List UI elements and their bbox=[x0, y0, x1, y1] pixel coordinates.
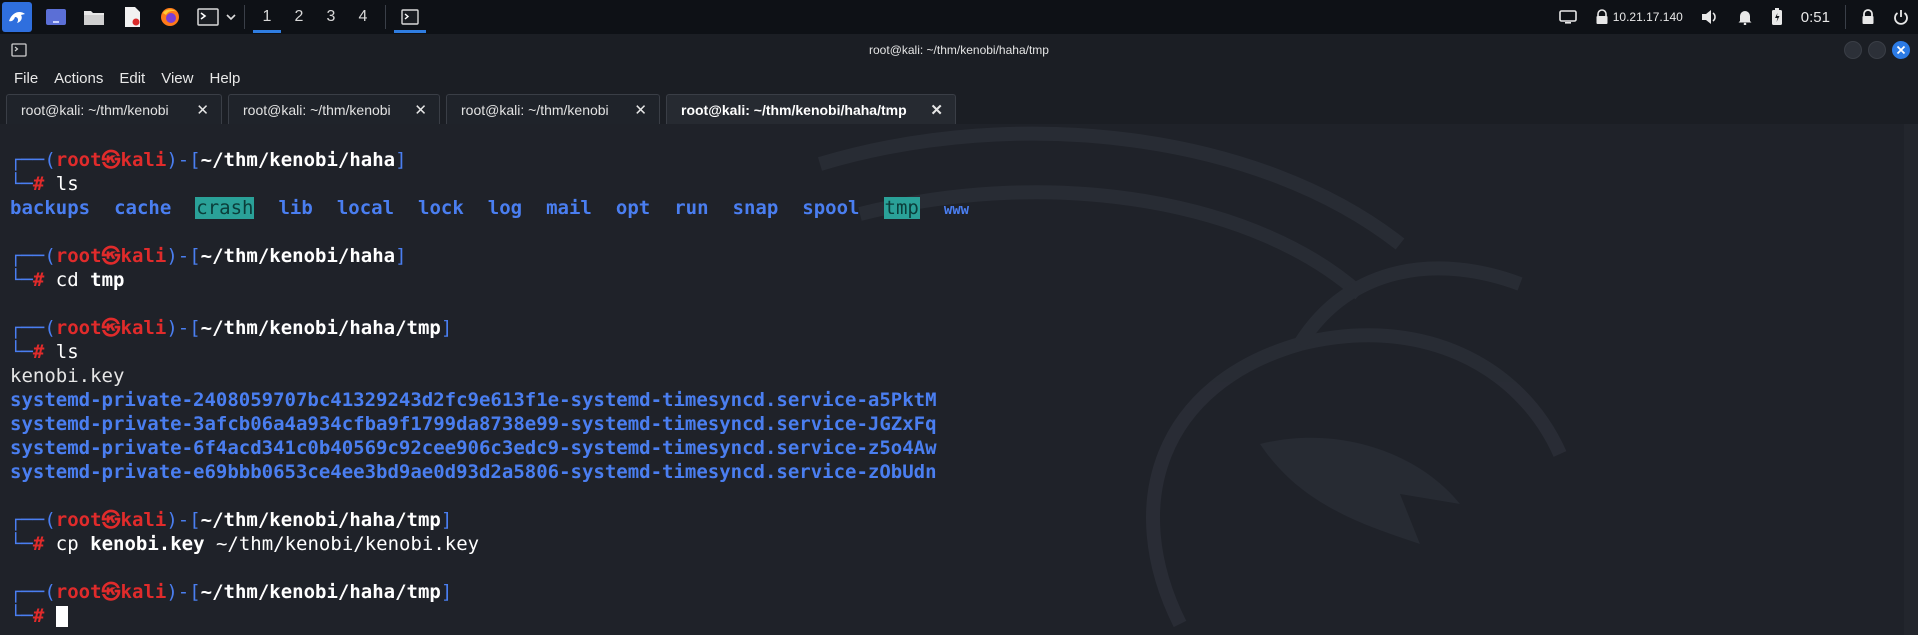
text-editor-icon bbox=[125, 7, 140, 27]
tab-label: root@kali: ~/thm/kenobi bbox=[461, 101, 609, 118]
dir-entry: lib bbox=[278, 197, 313, 219]
panel-separator bbox=[244, 5, 245, 29]
display-tray[interactable] bbox=[1558, 10, 1577, 24]
menu-view[interactable]: View bbox=[161, 70, 193, 87]
window-titlebar[interactable]: root@kali: ~/thm/kenobi/haha/tmp bbox=[0, 34, 1918, 66]
tab-close-icon[interactable]: ✕ bbox=[196, 101, 209, 119]
text-editor-launcher[interactable] bbox=[118, 3, 146, 31]
lock-screen-button[interactable] bbox=[1861, 9, 1875, 25]
prompt-line: ┌──(root㉿kali)-[~/thm/kenobi/haha] bbox=[10, 149, 407, 171]
bell-icon bbox=[1738, 11, 1752, 25]
dir-entry: systemd-private-3afcb06a4a934cfba9f1799d… bbox=[10, 413, 937, 435]
tab-close-icon[interactable]: ✕ bbox=[930, 101, 943, 119]
menu-help[interactable]: Help bbox=[209, 70, 240, 87]
command-line: └─# ls bbox=[10, 341, 79, 363]
dir-entry: lock bbox=[418, 197, 464, 219]
vpn-lock-icon bbox=[1596, 9, 1608, 24]
menu-bar: File Actions Edit View Help bbox=[0, 66, 1918, 90]
close-button[interactable] bbox=[1892, 41, 1910, 59]
system-tray: 10.21.17.140 0:51 bbox=[1550, 0, 1918, 34]
dir-entry: run bbox=[674, 197, 709, 219]
terminal-icon bbox=[197, 8, 219, 26]
dir-entry: tmp bbox=[883, 197, 920, 219]
top-panel: 1 2 3 4 10.21.17.140 0:51 bbox=[0, 0, 1918, 35]
power-button[interactable] bbox=[1893, 9, 1909, 25]
workspace-1[interactable]: 1 bbox=[251, 0, 283, 34]
dir-entry: log bbox=[487, 197, 523, 219]
terminal-launcher[interactable] bbox=[194, 3, 222, 31]
vpn-tray[interactable]: 10.21.17.140 bbox=[1595, 9, 1683, 25]
notifications-tray[interactable] bbox=[1737, 9, 1753, 25]
dir-entry: opt bbox=[615, 197, 651, 219]
terminal-tab[interactable]: root@kali: ~/thm/kenobi ✕ bbox=[228, 94, 440, 124]
terminal-output[interactable]: ┌──(root㉿kali)-[~/thm/kenobi/haha] └─# l… bbox=[0, 124, 1904, 635]
menu-edit[interactable]: Edit bbox=[119, 70, 145, 87]
battery-tray[interactable] bbox=[1771, 8, 1783, 26]
dir-entry: mail bbox=[546, 197, 592, 219]
terminal-scrollbar[interactable] bbox=[1904, 124, 1918, 635]
power-icon bbox=[1894, 10, 1908, 25]
prompt-line: ┌──(root㉿kali)-[~/thm/kenobi/haha] bbox=[10, 245, 407, 267]
chevron-down-icon bbox=[226, 14, 236, 21]
dir-entry: systemd-private-2408059707bc41329243d2fc… bbox=[10, 389, 937, 411]
workspace-4[interactable]: 4 bbox=[347, 0, 379, 34]
dir-entry: systemd-private-6f4acd341c0b40569c92cee9… bbox=[10, 437, 937, 459]
kali-dragon-icon bbox=[9, 12, 25, 23]
dir-entry: snap bbox=[732, 197, 779, 219]
terminal-icon bbox=[401, 9, 419, 25]
folder-icon bbox=[84, 11, 104, 25]
battery-icon bbox=[1771, 8, 1782, 25]
menu-actions[interactable]: Actions bbox=[54, 70, 103, 87]
command-line: └─# cd tmp bbox=[10, 269, 125, 291]
terminal-tab[interactable]: root@kali: ~/thm/kenobi ✕ bbox=[6, 94, 222, 124]
show-desktop-launcher[interactable] bbox=[42, 3, 70, 31]
clock[interactable]: 0:51 bbox=[1801, 9, 1830, 26]
prompt-line: ┌──(root㉿kali)-[~/thm/kenobi/haha/tmp] bbox=[10, 317, 453, 339]
firefox-icon bbox=[161, 8, 179, 26]
volume-icon bbox=[1701, 10, 1716, 24]
lock-icon bbox=[1862, 9, 1874, 24]
text-cursor bbox=[55, 606, 68, 627]
panel-separator bbox=[1845, 5, 1846, 29]
desktop-icon bbox=[46, 9, 66, 25]
maximize-button[interactable] bbox=[1868, 41, 1886, 59]
workspace-3[interactable]: 3 bbox=[315, 0, 347, 34]
firefox-launcher[interactable] bbox=[156, 3, 184, 31]
terminal-tab-active[interactable]: root@kali: ~/thm/kenobi/haha/tmp ✕ bbox=[666, 94, 956, 124]
file-manager-launcher[interactable] bbox=[80, 3, 108, 31]
dir-entry: spool bbox=[802, 197, 860, 219]
launcher-dropdown[interactable] bbox=[224, 3, 238, 31]
tab-label: root@kali: ~/thm/kenobi/haha/tmp bbox=[681, 101, 907, 118]
command-line: └─# cp kenobi.key ~/thm/kenobi/kenobi.ke… bbox=[10, 533, 480, 555]
tab-bar: root@kali: ~/thm/kenobi ✕ root@kali: ~/t… bbox=[0, 90, 1918, 124]
ls-output: backups cache crash lib local lock log mail opt r… bbox=[10, 196, 993, 220]
command-line: └─# bbox=[10, 604, 68, 628]
minimize-button[interactable] bbox=[1844, 41, 1862, 59]
window-title: root@kali: ~/thm/kenobi/haha/tmp bbox=[869, 43, 1049, 57]
command-line: └─# ls bbox=[10, 173, 79, 195]
tab-close-icon[interactable]: ✕ bbox=[414, 101, 427, 119]
prompt-line: ┌──(root㉿kali)-[~/thm/kenobi/haha/tmp] bbox=[10, 509, 453, 531]
tab-close-icon[interactable]: ✕ bbox=[634, 101, 647, 119]
tab-label: root@kali: ~/thm/kenobi bbox=[243, 101, 391, 118]
dir-entry: backups bbox=[10, 197, 91, 219]
menu-file[interactable]: File bbox=[14, 70, 38, 87]
dir-entry: local bbox=[336, 197, 395, 219]
panel-separator bbox=[385, 5, 386, 29]
volume-tray[interactable] bbox=[1701, 9, 1719, 25]
terminal-tab[interactable]: root@kali: ~/thm/kenobi ✕ bbox=[446, 94, 660, 124]
kali-menu-button[interactable] bbox=[2, 2, 32, 32]
taskbar-terminal-window[interactable] bbox=[392, 0, 428, 34]
workspace-2[interactable]: 2 bbox=[283, 0, 315, 34]
display-icon bbox=[1558, 10, 1577, 24]
dir-entry: www bbox=[943, 202, 970, 218]
dir-entry: crash bbox=[195, 197, 255, 219]
tab-label: root@kali: ~/thm/kenobi bbox=[21, 101, 169, 118]
dir-entry: systemd-private-e69bbb0653ce4ee3bd9ae0d9… bbox=[10, 461, 937, 483]
file-entry: kenobi.key bbox=[10, 365, 125, 387]
close-icon bbox=[1896, 45, 1906, 55]
ip-address: 10.21.17.140 bbox=[1612, 10, 1683, 24]
prompt-line: ┌──(root㉿kali)-[~/thm/kenobi/haha/tmp] bbox=[10, 581, 453, 603]
dir-entry: cache bbox=[114, 197, 172, 219]
